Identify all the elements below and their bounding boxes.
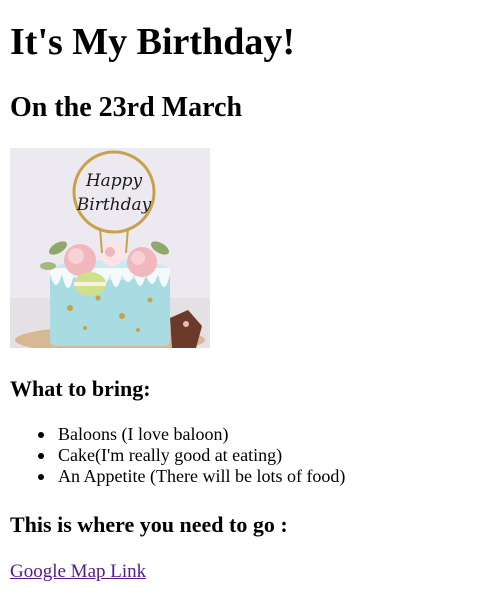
list-item: Baloons (I love baloon) [37,424,345,445]
list-item: An Appetite (There will be lots of food) [37,466,346,486]
cake-illustration: Happy Birthday [10,148,210,348]
location-heading: This is where you need to go : [10,512,288,537]
birthday-cake-image: Happy Birthday [10,148,210,348]
page-title: It's My Birthday! [10,21,295,63]
google-map-link[interactable]: Google Map Link [10,561,146,583]
page: It's My Birthday! On the 23rd March Happ… [0,0,487,609]
bring-heading: What to bring: [10,376,151,401]
date-heading: On the 23rd March [10,92,243,123]
bring-list: Baloons (I love baloon) Cake(I'm really … [10,424,345,487]
list-item: Cake(I'm really good at eating) [37,445,345,466]
svg-text:Happy: Happy [85,171,143,191]
svg-text:Birthday: Birthday [76,195,152,215]
